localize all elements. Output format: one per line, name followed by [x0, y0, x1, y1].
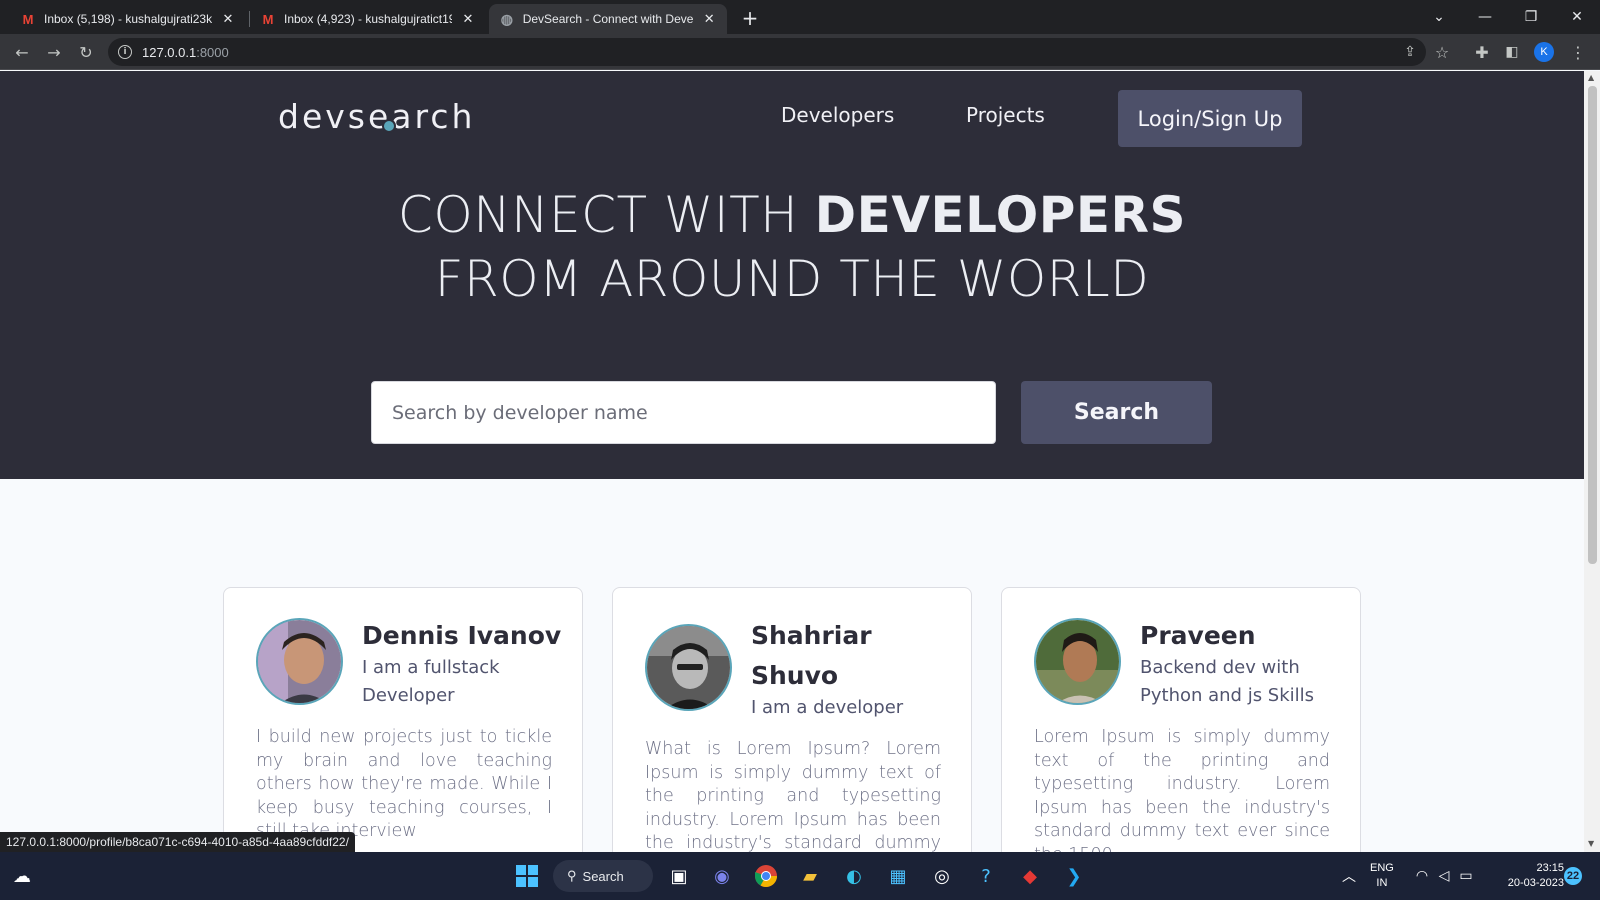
back-icon[interactable]: ←	[10, 40, 34, 64]
logo-lens-mark	[382, 119, 396, 133]
developer-bio: What is Lorem Ipsum? Lorem Ipsum is simp…	[645, 739, 941, 852]
browser-toolbar: ← → ↻ i 127.0.0.1:8000 ⇪ ☆ ✚ ◧ K ⋮	[0, 34, 1600, 70]
nav-developers[interactable]: Developers	[781, 103, 894, 127]
language-indicator[interactable]: ENG IN	[1370, 861, 1394, 891]
link-preview-status: 127.0.0.1:8000/profile/b8ca071c-c694-401…	[0, 832, 355, 852]
scrollbar-thumb[interactable]	[1588, 86, 1597, 564]
scroll-up-icon[interactable]: ▲	[1588, 73, 1594, 82]
minimize-icon[interactable]: —	[1462, 0, 1508, 34]
developer-card[interactable]: Shahriar Shuvo I am a developer What is …	[612, 587, 972, 852]
notification-badge[interactable]: 22	[1564, 867, 1582, 885]
page-scrollbar[interactable]: ▲ ▼	[1584, 71, 1600, 852]
bookmark-star-icon[interactable]: ☆	[1430, 40, 1454, 64]
tab-gmail-1[interactable]: M Inbox (5,198) - kushalgujrati23kk ✕	[10, 4, 246, 34]
developer-role: I am a developer	[751, 697, 904, 718]
vscode-icon[interactable]: ❯	[1060, 862, 1088, 890]
developer-card[interactable]: Dennis Ivanov I am a fullstack Developer…	[223, 587, 583, 852]
developer-name[interactable]: Dennis Ivanov	[362, 616, 562, 656]
browser-tab-bar: M Inbox (5,198) - kushalgujrati23kk ✕ M …	[0, 0, 1600, 34]
developer-search-input[interactable]	[371, 381, 996, 444]
site-info-icon[interactable]: i	[118, 45, 132, 59]
restore-icon[interactable]: ❐	[1508, 0, 1554, 34]
scroll-down-icon[interactable]: ▼	[1588, 839, 1594, 848]
share-icon[interactable]: ⇪	[1398, 40, 1422, 64]
gmail-icon: M	[22, 11, 34, 27]
help-icon[interactable]: ?	[972, 862, 1000, 890]
avatar	[256, 618, 343, 705]
close-icon[interactable]: ✕	[701, 11, 717, 27]
developer-role: Backend dev with Python and js Skills	[1140, 657, 1315, 706]
nav-projects[interactable]: Projects	[966, 103, 1045, 127]
menu-kebab-icon[interactable]: ⋮	[1566, 40, 1590, 64]
new-tab-button[interactable]: +	[738, 6, 762, 30]
close-icon[interactable]: ✕	[460, 11, 476, 27]
site-logo[interactable]: devsearch	[278, 97, 475, 136]
tab-devsearch[interactable]: ◍ DevSearch - Connect with Develo ✕	[489, 4, 727, 34]
store-icon[interactable]: ▦	[884, 862, 912, 890]
url-text: 127.0.0.1:8000	[142, 44, 229, 60]
reload-icon[interactable]: ↻	[74, 40, 98, 64]
file-explorer-icon[interactable]: ▰	[796, 862, 824, 890]
hero-section: devsearch Developers Projects Login/Sign…	[0, 71, 1584, 479]
tab-title: Inbox (5,198) - kushalgujrati23kk	[44, 12, 212, 26]
developer-card[interactable]: Praveen Backend dev with Python and js S…	[1001, 587, 1361, 852]
login-signup-button[interactable]: Login/Sign Up	[1118, 90, 1302, 147]
tab-gmail-2[interactable]: M Inbox (4,923) - kushalgujratict19 ✕	[250, 4, 486, 34]
mcafee-icon[interactable]: ◆	[1016, 862, 1044, 890]
close-icon[interactable]: ✕	[220, 11, 236, 27]
task-view-icon[interactable]: ▣	[665, 862, 693, 890]
clock[interactable]: 23:15 20-03-2023	[1488, 861, 1564, 891]
profile-avatar[interactable]: K	[1534, 42, 1554, 62]
weather-icon[interactable]: ☁	[8, 862, 36, 890]
app-icon[interactable]: ◎	[928, 862, 956, 890]
side-panel-icon[interactable]: ◧	[1500, 40, 1524, 64]
developer-bio: I build new projects just to tickle my b…	[256, 727, 552, 841]
avatar	[1034, 618, 1121, 705]
teams-chat-icon[interactable]: ◉	[708, 862, 736, 890]
globe-icon: ◍	[500, 10, 513, 27]
search-icon: ⚲	[567, 868, 577, 883]
avatar	[645, 624, 732, 711]
developer-name[interactable]: Praveen	[1140, 616, 1340, 656]
developer-bio: Lorem Ipsum is simply dummy text of the …	[1034, 727, 1330, 852]
start-icon[interactable]	[513, 862, 541, 890]
tab-title: Inbox (4,923) - kushalgujratict19	[284, 12, 452, 26]
web-page: devsearch Developers Projects Login/Sign…	[0, 71, 1584, 852]
developer-name[interactable]: Shahriar Shuvo	[751, 616, 951, 696]
developer-role: I am a fullstack Developer	[362, 657, 500, 706]
search-button[interactable]: Search	[1021, 381, 1212, 444]
gmail-icon: M	[262, 11, 274, 27]
address-bar[interactable]: i 127.0.0.1:8000	[108, 38, 1426, 66]
tab-title: DevSearch - Connect with Develo	[522, 12, 694, 26]
extensions-icon[interactable]: ✚	[1470, 40, 1494, 64]
taskbar-search[interactable]: ⚲ Search	[553, 860, 653, 892]
tab-search-icon[interactable]: ⌄	[1416, 0, 1462, 34]
edge-icon[interactable]: ◐	[840, 862, 868, 890]
chrome-icon[interactable]	[752, 862, 780, 890]
windows-taskbar: ☁ ⚲ Search ▣ ◉ ▰ ◐ ▦ ◎ ? ◆ ❯ ︿ ENG IN ◠ ◁ …	[0, 852, 1600, 900]
hero-headline: CONNECT WITH DEVELOPERS FROM AROUND THE …	[397, 186, 1187, 308]
forward-icon[interactable]: →	[42, 40, 66, 64]
tray-chevron-icon[interactable]: ︿	[1335, 862, 1363, 890]
window-close-icon[interactable]: ✕	[1554, 0, 1600, 34]
battery-icon[interactable]: ▭	[1452, 862, 1480, 890]
